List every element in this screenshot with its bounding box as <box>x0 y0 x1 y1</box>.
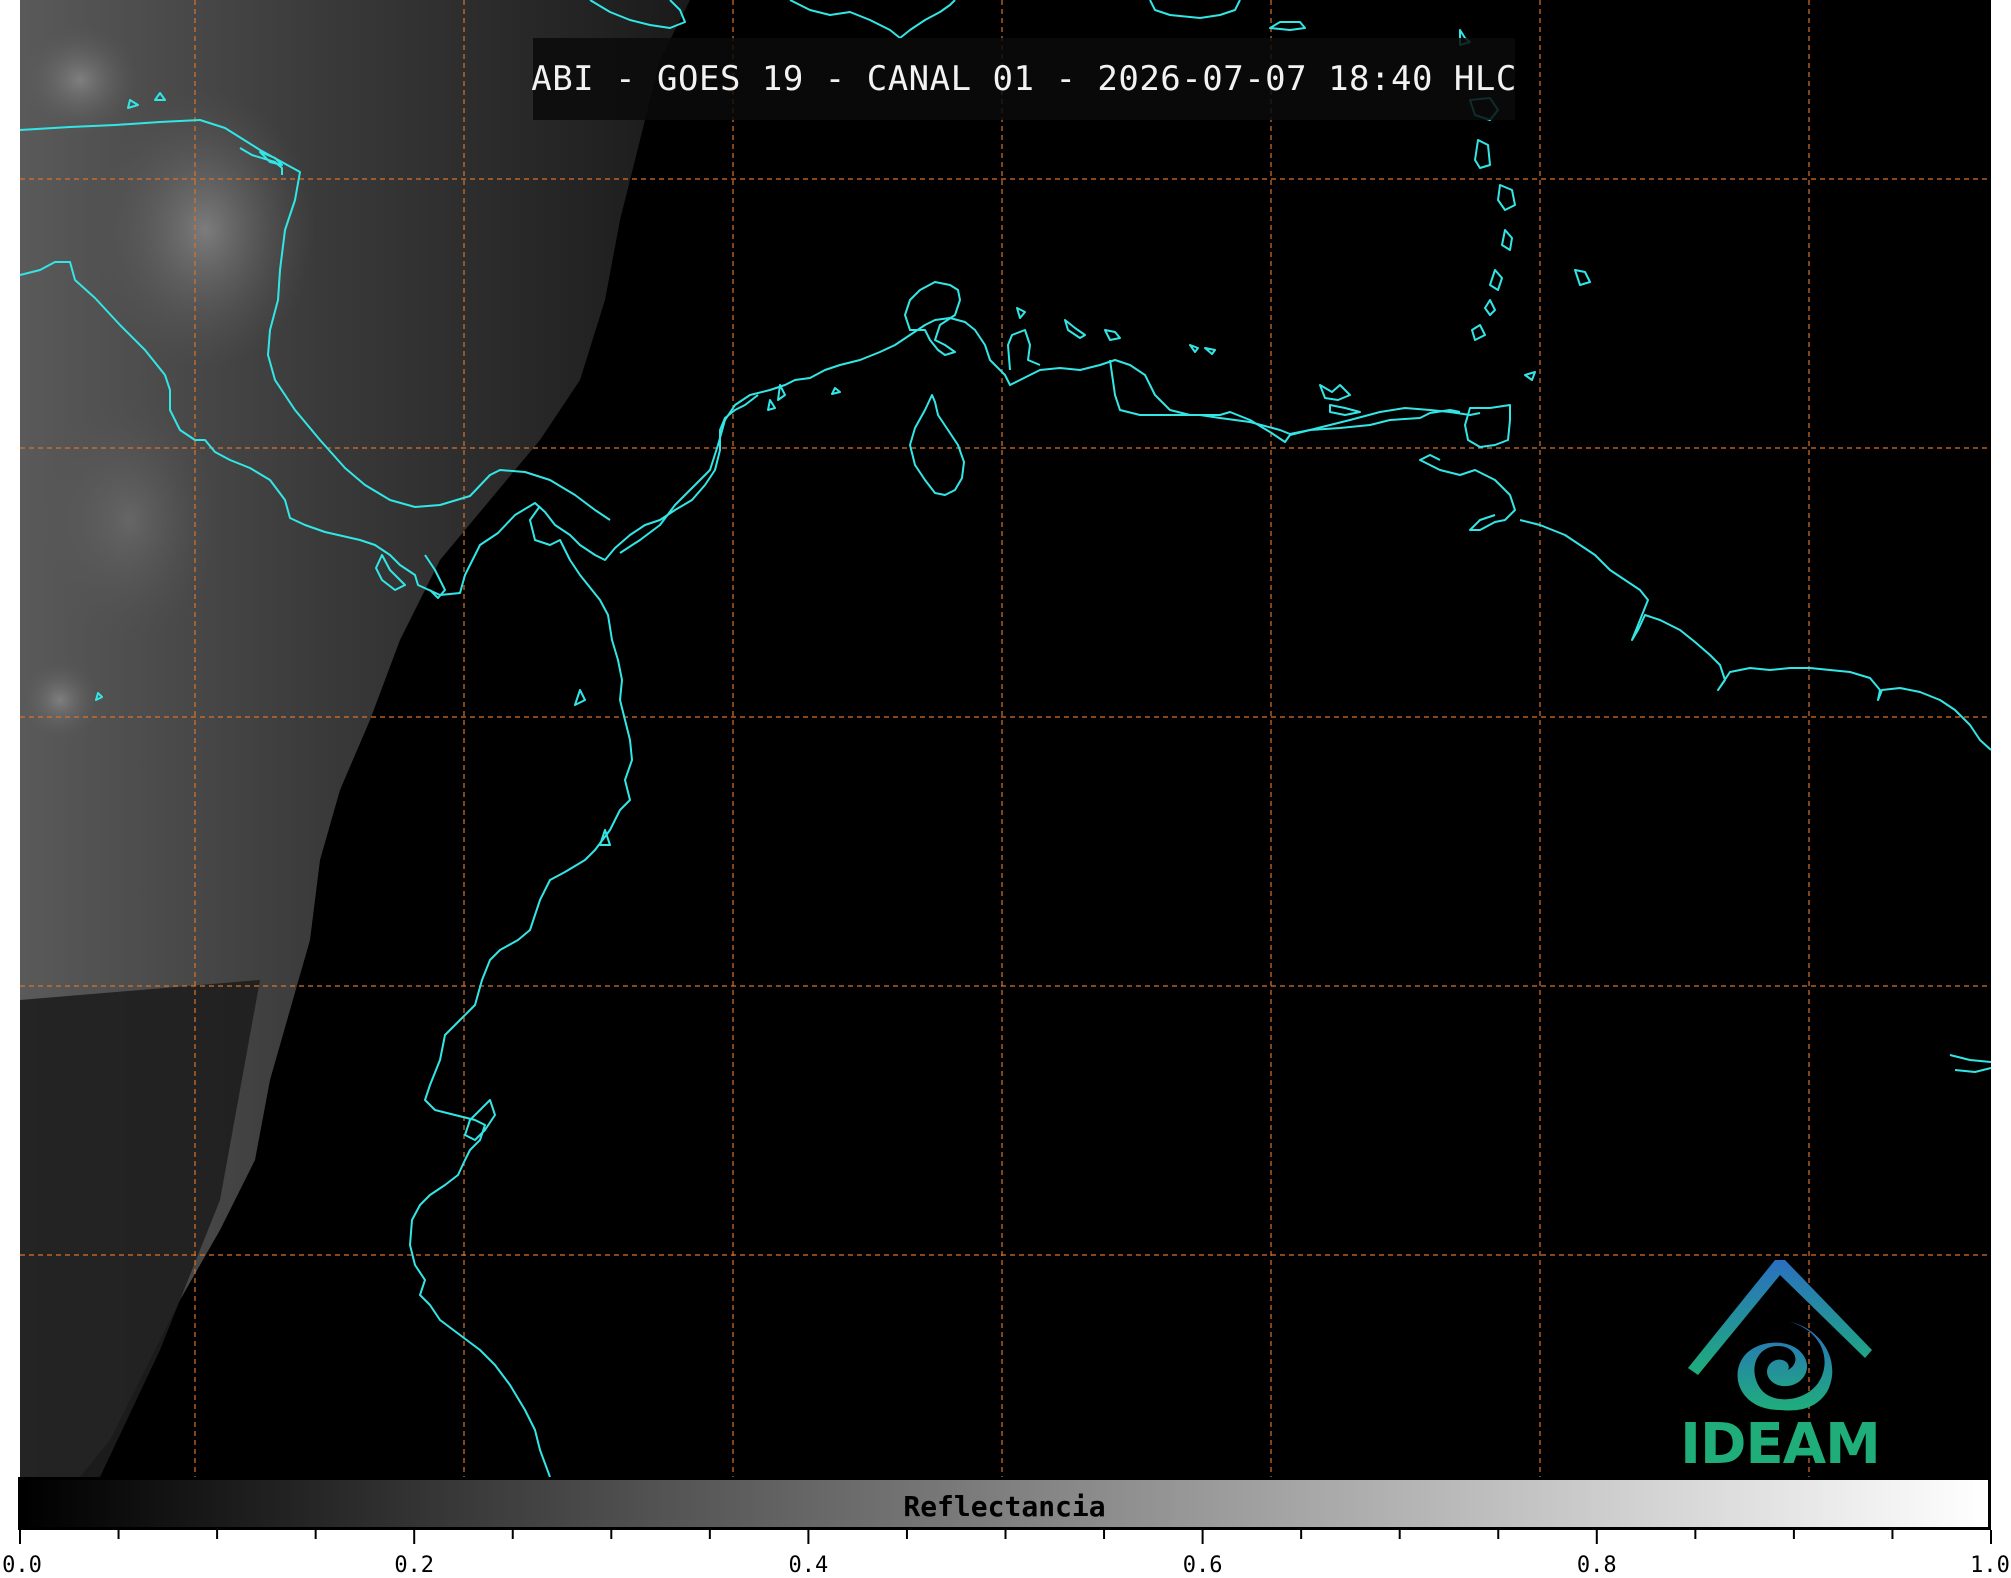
coast-trinidad <box>1464 404 1511 448</box>
coast-san-andres <box>767 307 1026 411</box>
colorbar: Reflectancia <box>18 1477 1991 1530</box>
ideam-logo-text: IDEAM <box>1680 1412 1881 1477</box>
coast-puerto-rico <box>1149 0 1241 19</box>
coast-caribbean-north-sa <box>619 317 1481 554</box>
colorbar-tick-label: 0.6 <box>1182 1553 1223 1578</box>
colorbar-tick-label: 0.8 <box>1576 1553 1617 1578</box>
colorbar-tick-label: 0.4 <box>788 1553 829 1578</box>
title-banner: ABI - GOES 19 - CANAL 01 - 2026-07-07 18… <box>531 38 1517 120</box>
cloud-region-dark <box>20 980 260 1477</box>
coast-tumaco <box>464 1099 496 1141</box>
colorbar-ticks <box>19 1530 1992 1544</box>
coast-abc-islands <box>1064 319 1361 416</box>
coast-jamaica <box>1269 21 1306 31</box>
bright-cloud-2 <box>20 25 140 135</box>
coast-venezuela-east <box>1109 359 1461 435</box>
bright-cloud-4 <box>40 400 220 640</box>
bright-cloud-3 <box>20 660 100 740</box>
colorbar-label: Reflectancia <box>903 1490 1106 1523</box>
bright-cloud-1 <box>95 90 315 370</box>
coast-colombia-pacific <box>409 505 633 1477</box>
coast-guyanas <box>1519 519 1991 751</box>
map-title: ABI - GOES 19 - CANAL 01 - 2026-07-07 18… <box>531 59 1517 99</box>
coast-colombia-pacific-islands <box>574 689 611 846</box>
colorbar-tick-label: 0.2 <box>394 1553 435 1578</box>
coast-lake-maracaibo <box>909 394 965 496</box>
colorbar-tick-label: 1.0 <box>1970 1553 2010 1578</box>
coast-hispaniola <box>789 0 956 39</box>
colorbar-tick-label: 0.0 <box>2 1553 42 1578</box>
ideam-logo: IDEAM <box>1660 1250 1900 1477</box>
coast-orinoco-delta <box>1419 454 1516 531</box>
satellite-map: ABI - GOES 19 - CANAL 01 - 2026-07-07 18… <box>20 0 1991 1477</box>
coast-paraguana <box>1007 329 1041 371</box>
ideam-logo-icon <box>1688 1260 1872 1411</box>
coast-amazon-mouth <box>1949 1054 1991 1073</box>
